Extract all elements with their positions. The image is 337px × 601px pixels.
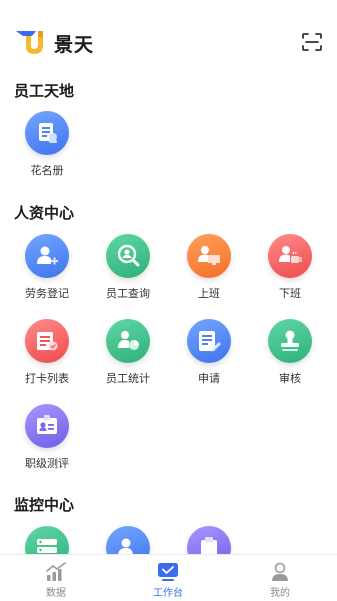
- tile-label: 申请: [198, 372, 220, 385]
- tile-label: 职级测评: [25, 457, 69, 470]
- labor-register-icon: [25, 234, 69, 278]
- tile-clock-out[interactable]: 下班: [255, 234, 325, 301]
- tab-label: 数据: [46, 588, 66, 599]
- scan-icon[interactable]: [302, 33, 322, 51]
- chart-icon: [46, 562, 66, 581]
- tile-label: 审核: [279, 372, 301, 385]
- employee-search-icon: [106, 234, 150, 278]
- tab-workbench[interactable]: 工作台: [126, 555, 210, 601]
- tile-label: 上班: [198, 287, 220, 300]
- tile-label: 打卡列表: [25, 372, 69, 385]
- rank-evaluation-icon: [25, 404, 69, 448]
- tile-employee-search[interactable]: 员工查询: [93, 234, 163, 301]
- tab-profile[interactable]: 我的: [238, 555, 322, 601]
- header: 景天: [0, 0, 337, 70]
- tab-data[interactable]: 数据: [14, 555, 98, 601]
- tile-clock-in[interactable]: 上班: [174, 234, 244, 301]
- profile-icon: [272, 562, 288, 581]
- bottom-tab-bar: 数据 工作台 我的: [0, 554, 337, 601]
- employee-stats-icon: [106, 319, 150, 363]
- tile-roster[interactable]: 花名册: [12, 111, 82, 178]
- section-title-monitor: 监控中心: [14, 496, 75, 514]
- workbench-icon: [158, 563, 178, 581]
- clock-out-icon: [268, 234, 312, 278]
- tile-review[interactable]: 审核: [255, 319, 325, 386]
- tab-label: 工作台: [153, 588, 183, 599]
- section-title-hr: 人资中心: [14, 204, 75, 222]
- tile-label: 下班: [279, 287, 301, 300]
- tile-label: 员工统计: [106, 372, 150, 385]
- tile-label: 劳务登记: [25, 287, 69, 300]
- tile-apply[interactable]: 申请: [174, 319, 244, 386]
- apply-icon: [187, 319, 231, 363]
- tile-label: 花名册: [30, 164, 64, 177]
- app-title: 景天: [54, 34, 95, 56]
- tab-label: 我的: [270, 588, 290, 599]
- tile-label: 员工查询: [106, 287, 150, 300]
- review-stamp-icon: [268, 319, 312, 363]
- tile-employee-stats[interactable]: 员工统计: [93, 319, 163, 386]
- app-logo-icon: [16, 31, 43, 54]
- tile-labor-register[interactable]: 劳务登记: [12, 234, 82, 301]
- roster-icon: [25, 111, 69, 155]
- section-title-staff: 员工天地: [14, 82, 75, 100]
- tile-rank-evaluation[interactable]: 职级测评: [12, 404, 82, 471]
- clock-in-icon: [187, 234, 231, 278]
- punch-list-icon: [25, 319, 69, 363]
- tile-punch-list[interactable]: 打卡列表: [12, 319, 82, 386]
